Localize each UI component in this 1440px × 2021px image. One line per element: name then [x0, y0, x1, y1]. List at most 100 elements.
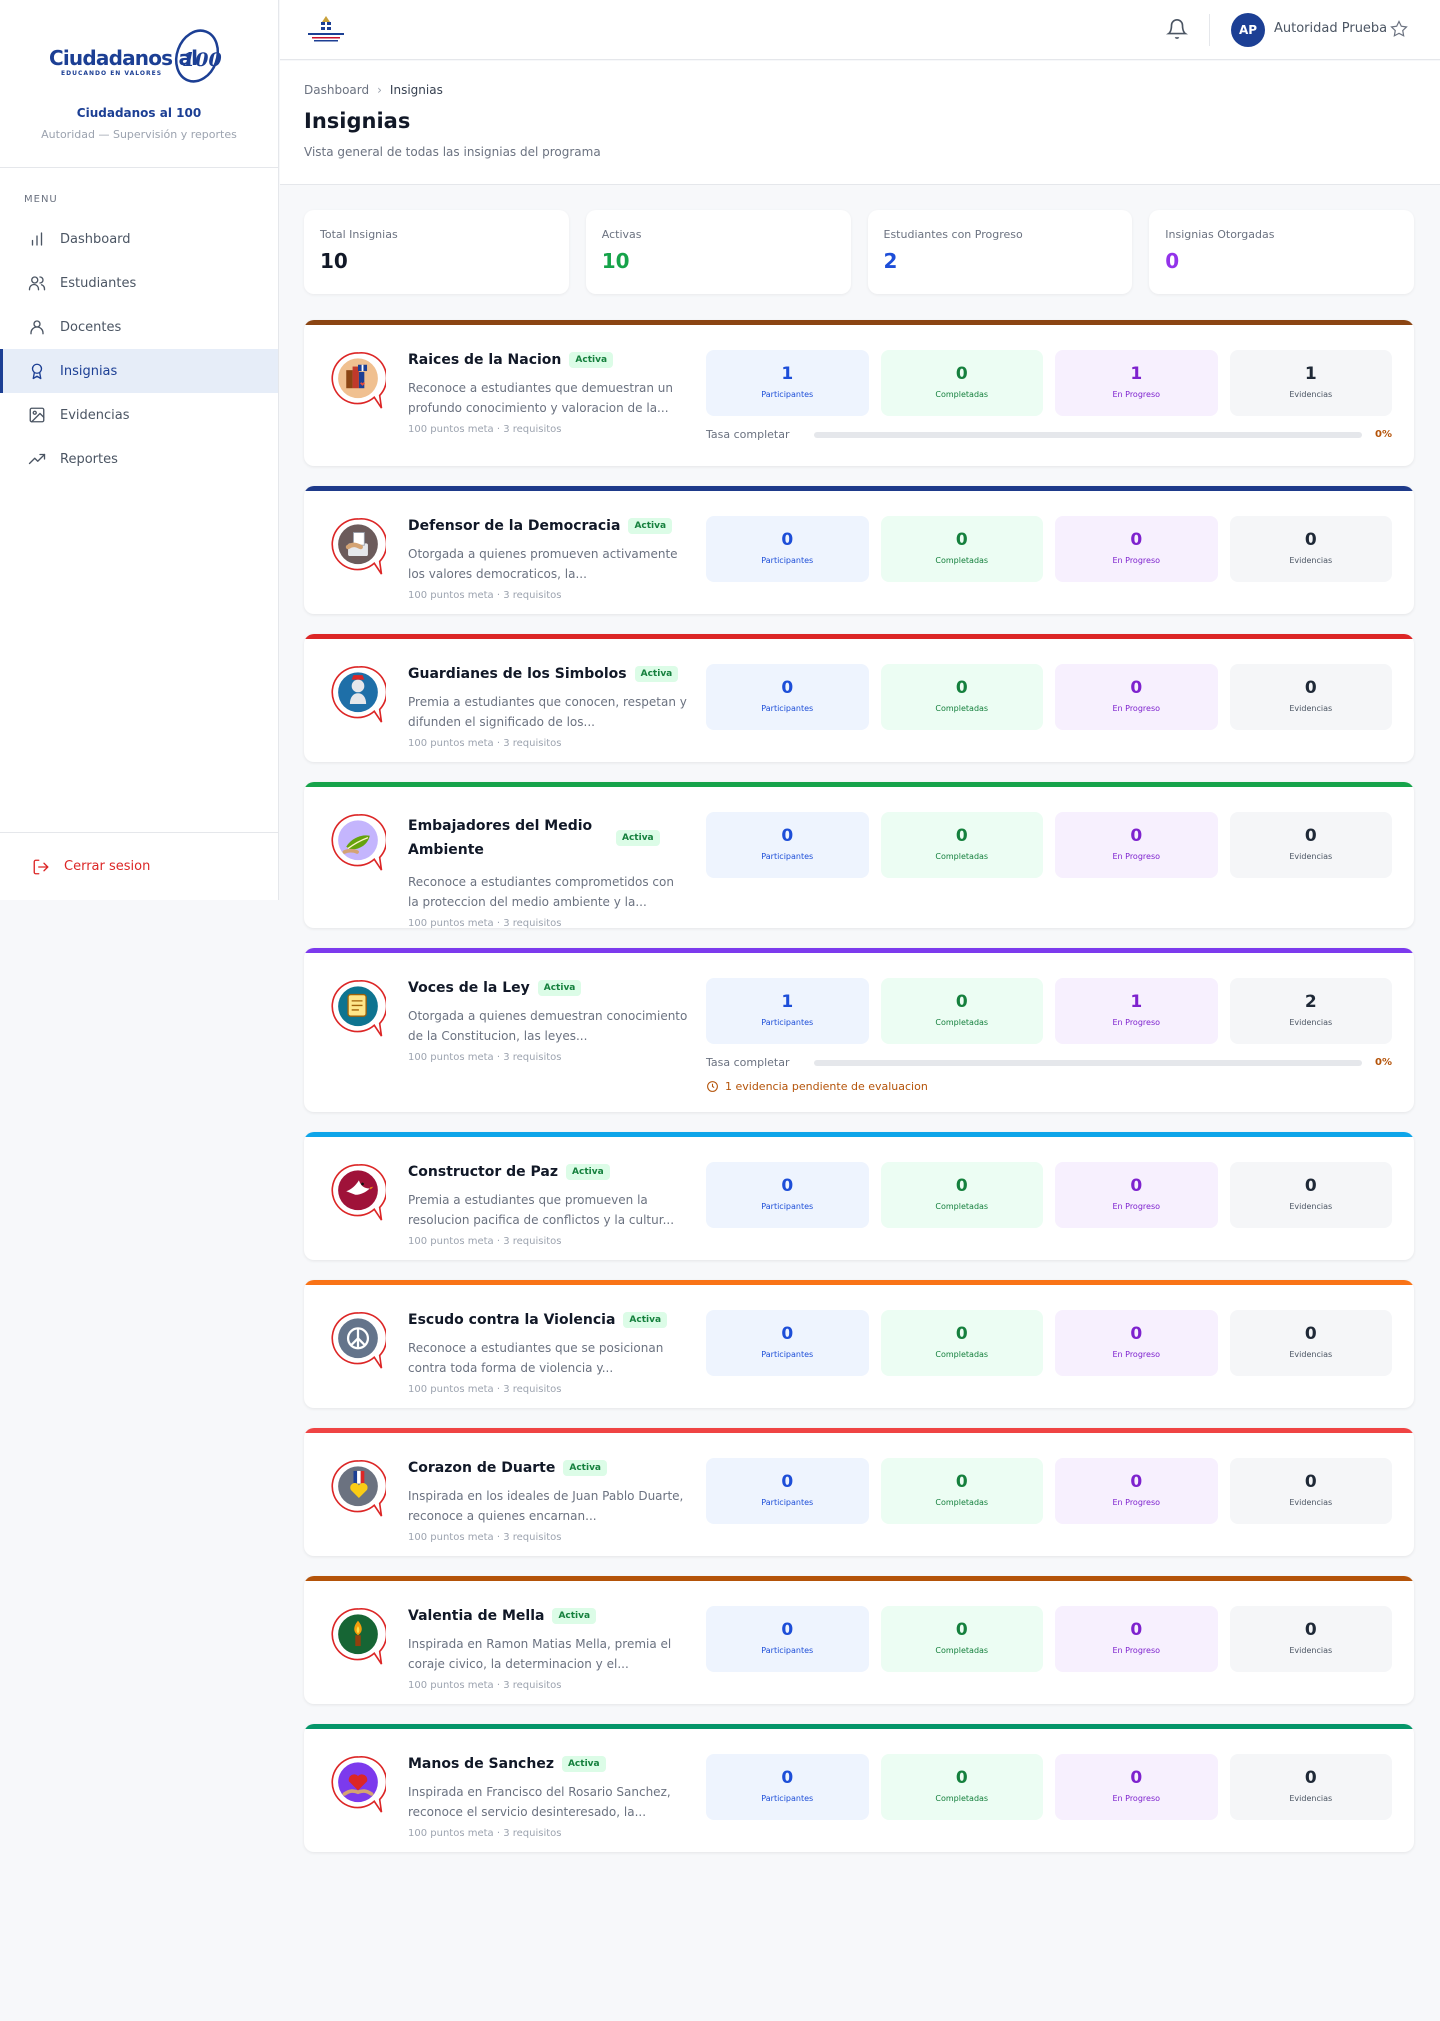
- metric-value: 0: [955, 1620, 968, 1640]
- metric-value: 0: [781, 1324, 794, 1344]
- metric-en-progreso: 0 En Progreso: [1055, 1754, 1218, 1820]
- badge-card[interactable]: Raices de la Nacion Activa Reconoce a estu…: [304, 320, 1414, 466]
- metric-completadas: 0 Completadas: [880, 664, 1043, 730]
- logout-label: Cerrar sesion: [64, 859, 151, 874]
- star-icon[interactable]: [1390, 20, 1408, 38]
- badge-info: Escudo contra la Violencia Activa Reconoce…: [408, 1312, 688, 1395]
- award-icon: [31, 363, 43, 380]
- status-badge: Activa: [537, 980, 582, 996]
- stats-row: Total Insignias 10 Activas 10 Estudiante…: [304, 210, 1414, 294]
- badge-title[interactable]: Embajadores del Medio Ambiente: [408, 814, 608, 862]
- badge-color-bar: [304, 486, 1414, 491]
- metric-value: 0: [781, 1768, 794, 1788]
- badge-card[interactable]: Corazon de Duarte Activa Inspirada en los …: [304, 1428, 1414, 1556]
- metric-participantes: 1 Participantes: [706, 978, 869, 1044]
- status-badge: Activa: [566, 1164, 610, 1180]
- app-logo[interactable]: Ciudadanos al EDUCANDO EN VALORES 100: [49, 24, 229, 88]
- metric-participantes: 0 Participantes: [706, 1606, 869, 1672]
- badge-title-row: Defensor de la Democracia Activa: [408, 518, 688, 534]
- status-badge: Activa: [616, 830, 660, 846]
- metric-label: Participantes: [761, 852, 814, 861]
- pending-evidence-note[interactable]: 1 evidencia pendiente de evaluacion: [706, 1080, 928, 1093]
- metric-label: Evidencias: [1289, 1498, 1333, 1507]
- badge-info: Constructor de Paz Activa Premia a estudia…: [408, 1164, 688, 1247]
- metric-participantes: 0 Participantes: [706, 1162, 869, 1228]
- government-seal-icon[interactable]: [304, 14, 348, 44]
- metric-label: En Progreso: [1112, 1794, 1161, 1803]
- avatar[interactable]: AP: [1231, 13, 1265, 47]
- badge-title[interactable]: Manos de Sanchez: [408, 1756, 554, 1772]
- badge-title[interactable]: Escudo contra la Violencia: [408, 1312, 615, 1328]
- badge-card-list: Raices de la Nacion Activa Reconoce a estu…: [304, 320, 1414, 1872]
- page-subtitle: Vista general de todas las insignias del…: [304, 145, 601, 159]
- logo-number: 100: [182, 49, 222, 71]
- sidebar-item-reportes[interactable]: Reportes: [0, 437, 278, 481]
- metric-label: Completadas: [935, 852, 989, 861]
- metric-value: 1: [1130, 364, 1143, 384]
- badge-title-row: Raices de la Nacion Activa: [408, 352, 688, 368]
- badge-color-bar: [304, 1576, 1414, 1581]
- metric-completadas: 0 Completadas: [880, 350, 1043, 416]
- metric-label: Completadas: [935, 1794, 989, 1803]
- user-name[interactable]: Autoridad Prueba: [1274, 21, 1387, 36]
- badge-title[interactable]: Corazon de Duarte: [408, 1460, 555, 1476]
- metric-label: Evidencias: [1289, 390, 1333, 399]
- badge-card[interactable]: Embajadores del Medio Ambiente Activa Reco…: [304, 782, 1414, 928]
- metric-label: Participantes: [761, 1350, 814, 1359]
- users-icon: [28, 276, 46, 291]
- badge-title[interactable]: Guardianes de los Simbolos: [408, 666, 627, 682]
- badge-title[interactable]: Defensor de la Democracia: [408, 518, 620, 534]
- metric-en-progreso: 0 En Progreso: [1055, 812, 1218, 878]
- metric-value: 0: [1304, 530, 1317, 550]
- metric-value: 0: [955, 364, 968, 384]
- metric-value: 0: [955, 530, 968, 550]
- heart-hands-icon: [331, 1755, 386, 1813]
- sidebar-item-label: Evidencias: [60, 407, 130, 423]
- page-header: Dashboard › Insignias Insignias Vista ge…: [280, 61, 1440, 185]
- badge-info: Guardianes de los Simbolos Activa Premia a…: [408, 666, 688, 749]
- metric-value: 0: [955, 1768, 968, 1788]
- status-badge: Activa: [561, 1756, 606, 1772]
- badge-meta: 100 puntos meta · 3 requisitos: [408, 918, 562, 928]
- badge-title[interactable]: Voces de la Ley: [408, 980, 530, 996]
- sidebar-item-docentes[interactable]: Docentes: [0, 305, 278, 349]
- top-bar: AP Autoridad Prueba: [280, 0, 1440, 60]
- progress-bar: [814, 1059, 1362, 1066]
- badge-title[interactable]: Valentia de Mella: [408, 1608, 544, 1624]
- badge-metrics: 0 Participantes 0 Completadas 0 En Progreso 0 E…: [706, 1754, 1392, 1820]
- badge-title[interactable]: Constructor de Paz: [408, 1164, 558, 1180]
- badge-card[interactable]: Voces de la Ley Activa Otorgada a quienes …: [304, 948, 1414, 1112]
- badge-description: Premia a estudiantes que conocen, respet…: [408, 695, 687, 729]
- badge-info: Raices de la Nacion Activa Reconoce a estu…: [408, 352, 688, 435]
- metric-label: En Progreso: [1112, 1018, 1161, 1027]
- metric-value: 1: [781, 992, 794, 1012]
- badge-color-bar: [304, 1280, 1414, 1285]
- badge-color-bar: [304, 320, 1414, 325]
- trending-up-icon: [28, 453, 46, 465]
- badge-color-bar: [304, 782, 1414, 787]
- badge-card[interactable]: Escudo contra la Violencia Activa Reconoce…: [304, 1280, 1414, 1408]
- page-title: Insignias: [304, 109, 411, 133]
- completion-rate-row: Tasa completar 0%: [706, 1056, 1392, 1069]
- stat-value: 2: [883, 249, 898, 273]
- badge-card[interactable]: Valentia de Mella Activa Inspirada en Ramo…: [304, 1576, 1414, 1704]
- metric-value: 0: [1304, 678, 1317, 698]
- badge-color-bar: [304, 1132, 1414, 1137]
- user-icon: [30, 320, 44, 335]
- sidebar-item-estudiantes[interactable]: Estudiantes: [0, 261, 278, 305]
- sidebar-item-insignias[interactable]: Insignias: [0, 349, 278, 393]
- badge-card[interactable]: Guardianes de los Simbolos Activa Premia a…: [304, 634, 1414, 762]
- sidebar-item-dashboard[interactable]: Dashboard: [0, 217, 278, 261]
- notification-bell-icon[interactable]: [1166, 18, 1188, 40]
- badge-title[interactable]: Raices de la Nacion: [408, 352, 561, 368]
- logout-button[interactable]: Cerrar sesion: [0, 832, 278, 900]
- badge-card[interactable]: Manos de Sanchez Activa Inspirada en Franc…: [304, 1724, 1414, 1852]
- badge-card[interactable]: Defensor de la Democracia Activa Otorgada …: [304, 486, 1414, 614]
- metric-label: Evidencias: [1289, 556, 1333, 565]
- badge-card[interactable]: Constructor de Paz Activa Premia a estudia…: [304, 1132, 1414, 1260]
- status-badge: Activa: [623, 1312, 668, 1328]
- sidebar-item-evidencias[interactable]: Evidencias: [0, 393, 278, 437]
- breadcrumb-link-dashboard[interactable]: Dashboard: [304, 83, 369, 97]
- metric-label: Completadas: [935, 556, 989, 565]
- metric-evidencias: 0 Evidencias: [1229, 664, 1392, 730]
